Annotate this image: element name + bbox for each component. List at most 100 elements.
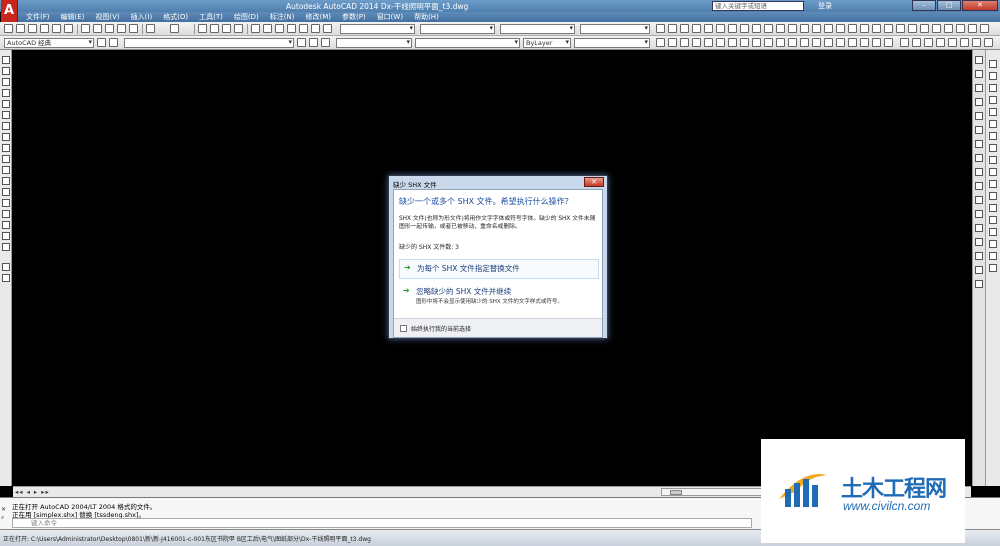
blend-icon[interactable]	[989, 252, 997, 260]
snap-none-icon[interactable]	[975, 266, 983, 274]
osnap-icon[interactable]	[704, 24, 713, 33]
tolerance-icon[interactable]	[968, 24, 977, 33]
make-current-layer-icon[interactable]	[297, 38, 306, 47]
snap-quadrant-icon[interactable]	[975, 168, 983, 176]
polyline-icon[interactable]	[680, 38, 689, 47]
explode-icon[interactable]	[989, 264, 997, 272]
undo-icon[interactable]	[146, 24, 155, 33]
menu-parametric[interactable]: 参数(P)	[342, 12, 366, 22]
copy-object-icon[interactable]	[989, 72, 997, 80]
mtext-tool-icon[interactable]	[2, 263, 10, 271]
fillet-icon[interactable]	[989, 240, 997, 248]
arc-dim-icon[interactable]	[836, 24, 845, 33]
snap-insert-icon[interactable]	[975, 224, 983, 232]
point-tool-icon[interactable]	[2, 199, 10, 207]
minimize-button[interactable]: –	[912, 0, 936, 11]
move-icon[interactable]	[989, 120, 997, 128]
break-icon[interactable]	[989, 204, 997, 212]
baseline-dim-icon[interactable]	[920, 24, 929, 33]
linetype-select[interactable]	[415, 38, 520, 48]
stretch-icon[interactable]	[989, 156, 997, 164]
lineweight-select[interactable]: ByLayer	[523, 38, 571, 48]
osnap-settings-icon[interactable]	[975, 280, 983, 288]
snap-endpoint-icon[interactable]	[975, 84, 983, 92]
snap-tangent-icon[interactable]	[975, 182, 983, 190]
close-button[interactable]: ✕	[962, 0, 998, 11]
xline-tool-icon[interactable]	[2, 67, 10, 75]
make-block-icon[interactable]	[800, 38, 809, 47]
quick-dim-icon[interactable]	[908, 24, 917, 33]
mtext-icon[interactable]	[872, 38, 881, 47]
circle-tool-icon[interactable]	[2, 122, 10, 130]
layer-properties-icon[interactable]	[109, 38, 118, 47]
spline-icon[interactable]	[752, 38, 761, 47]
rectangle-icon[interactable]	[704, 38, 713, 47]
orbit-icon[interactable]	[912, 38, 921, 47]
diameter-dim-icon[interactable]	[884, 24, 893, 33]
text-style-select[interactable]	[340, 24, 415, 34]
pan-icon[interactable]	[198, 24, 207, 33]
cut-icon[interactable]	[81, 24, 90, 33]
snap-node-icon[interactable]	[975, 238, 983, 246]
ordinate-dim-icon[interactable]	[848, 24, 857, 33]
offset-icon[interactable]	[989, 96, 997, 104]
ellipse-icon[interactable]	[764, 38, 773, 47]
ellipse-arc-tool-icon[interactable]	[2, 166, 10, 174]
insert-block-icon[interactable]	[788, 38, 797, 47]
save-icon[interactable]	[28, 24, 37, 33]
table-icon[interactable]	[860, 38, 869, 47]
scale-icon[interactable]	[989, 144, 997, 152]
line-tool-icon[interactable]	[2, 56, 10, 64]
search-input[interactable]: 键入关键字或短语	[712, 1, 804, 11]
match-properties-icon[interactable]	[117, 24, 126, 33]
revcloud-tool-icon[interactable]	[2, 133, 10, 141]
publish-icon[interactable]	[64, 24, 73, 33]
dialog-close-button[interactable]: ✕	[584, 177, 604, 187]
point-icon[interactable]	[812, 38, 821, 47]
ducs-icon[interactable]	[728, 24, 737, 33]
zoom-window-icon[interactable]	[222, 24, 231, 33]
hatch-icon[interactable]	[824, 38, 833, 47]
polygon-icon[interactable]	[692, 38, 701, 47]
circle-icon[interactable]	[728, 38, 737, 47]
maximize-button[interactable]: □	[937, 0, 961, 11]
markup-icon[interactable]	[299, 24, 308, 33]
region-icon[interactable]	[848, 38, 857, 47]
layer-select[interactable]	[124, 38, 294, 48]
render-icon[interactable]	[936, 38, 945, 47]
linear-dim-icon[interactable]	[812, 24, 821, 33]
menu-insert[interactable]: 插入(I)	[131, 12, 153, 22]
arc-icon[interactable]	[716, 38, 725, 47]
extend-icon[interactable]	[989, 180, 997, 188]
new-file-icon[interactable]	[4, 24, 13, 33]
snap-midpoint-icon[interactable]	[975, 98, 983, 106]
print-icon[interactable]	[40, 24, 49, 33]
menu-modify[interactable]: 修改(M)	[305, 12, 331, 22]
polygon-tool-icon[interactable]	[2, 89, 10, 97]
quickcalc-icon[interactable]	[311, 24, 320, 33]
pline-tool-icon[interactable]	[2, 78, 10, 86]
snap-intersection-icon[interactable]	[975, 112, 983, 120]
make-block-tool-icon[interactable]	[2, 188, 10, 196]
specify-replacement-option[interactable]: ➔ 为每个 SHX 文件指定替换文件	[399, 259, 599, 279]
hatch-tool-icon[interactable]	[2, 210, 10, 218]
otrack-icon[interactable]	[716, 24, 725, 33]
camera-icon[interactable]	[948, 38, 957, 47]
radius-dim-icon[interactable]	[860, 24, 869, 33]
insert-block-tool-icon[interactable]	[2, 177, 10, 185]
menu-window[interactable]: 窗口(W)	[377, 12, 403, 22]
ellipse-arc-icon[interactable]	[776, 38, 785, 47]
break-at-point-icon[interactable]	[989, 192, 997, 200]
trim-icon[interactable]	[989, 168, 997, 176]
open-file-icon[interactable]	[16, 24, 25, 33]
dim-space-icon[interactable]	[944, 24, 953, 33]
login-link[interactable]: 登录	[818, 1, 832, 11]
zoom-previous-icon[interactable]	[234, 24, 243, 33]
menu-file[interactable]: 文件(F)	[26, 12, 50, 22]
add-selected-icon[interactable]	[884, 38, 893, 47]
command-input[interactable]: 键入命令	[12, 518, 752, 528]
snap-apparent-icon[interactable]	[975, 126, 983, 134]
tool-palettes-icon[interactable]	[275, 24, 284, 33]
light-icon[interactable]	[984, 38, 993, 47]
menu-draw[interactable]: 绘图(D)	[234, 12, 259, 22]
